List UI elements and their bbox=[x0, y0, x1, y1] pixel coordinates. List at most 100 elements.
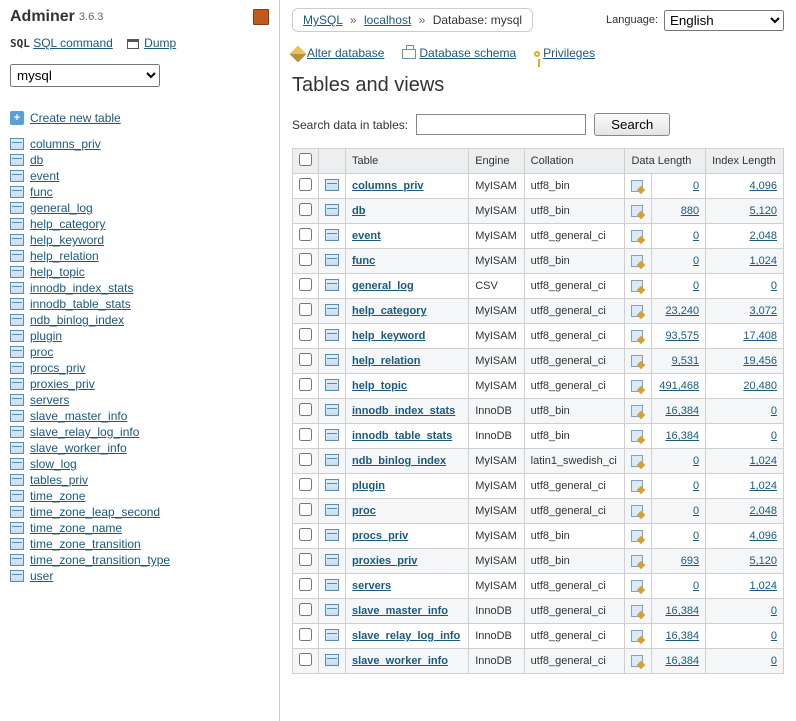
table-name-link[interactable]: ndb_binlog_index bbox=[352, 455, 446, 467]
data-length-link[interactable]: 880 bbox=[681, 205, 699, 217]
index-length-link[interactable]: 17,408 bbox=[743, 330, 777, 342]
data-length-link[interactable]: 693 bbox=[681, 555, 699, 567]
edit-icon[interactable] bbox=[631, 555, 643, 567]
privileges-link[interactable]: Privileges bbox=[543, 46, 595, 60]
table-name-link[interactable]: event bbox=[352, 230, 381, 242]
edit-icon[interactable] bbox=[631, 330, 643, 342]
data-length-link[interactable]: 0 bbox=[693, 455, 699, 467]
edit-icon[interactable] bbox=[631, 430, 643, 442]
col-table[interactable]: Table bbox=[346, 149, 469, 174]
row-checkbox[interactable] bbox=[299, 478, 312, 491]
index-length-link[interactable]: 1,024 bbox=[749, 255, 777, 267]
table-name-link[interactable]: slave_master_info bbox=[352, 605, 448, 617]
index-length-link[interactable]: 5,120 bbox=[749, 205, 777, 217]
table-name-link[interactable]: proxies_priv bbox=[352, 555, 417, 567]
sidebar-table-link[interactable]: proxies_priv bbox=[30, 377, 95, 391]
edit-icon[interactable] bbox=[631, 480, 643, 492]
edit-icon[interactable] bbox=[631, 455, 643, 467]
data-length-link[interactable]: 16,384 bbox=[665, 630, 699, 642]
table-name-link[interactable]: innodb_index_stats bbox=[352, 405, 455, 417]
table-name-link[interactable]: plugin bbox=[352, 480, 385, 492]
crumb-driver[interactable]: MySQL bbox=[303, 13, 343, 27]
index-length-link[interactable]: 0 bbox=[771, 655, 777, 667]
table-name-link[interactable]: help_keyword bbox=[352, 330, 425, 342]
data-length-link[interactable]: 23,240 bbox=[665, 305, 699, 317]
index-length-link[interactable]: 19,456 bbox=[743, 355, 777, 367]
sidebar-table-link[interactable]: slave_master_info bbox=[30, 409, 127, 423]
data-length-link[interactable]: 16,384 bbox=[665, 605, 699, 617]
table-name-link[interactable]: innodb_table_stats bbox=[352, 430, 452, 442]
index-length-link[interactable]: 5,120 bbox=[749, 555, 777, 567]
row-checkbox[interactable] bbox=[299, 278, 312, 291]
edit-icon[interactable] bbox=[631, 655, 643, 667]
sidebar-table-link[interactable]: help_topic bbox=[30, 265, 85, 279]
data-length-link[interactable]: 491,468 bbox=[659, 380, 699, 392]
edit-icon[interactable] bbox=[631, 205, 643, 217]
index-length-link[interactable]: 2,048 bbox=[749, 230, 777, 242]
sidebar-table-link[interactable]: help_keyword bbox=[30, 233, 104, 247]
search-button[interactable]: Search bbox=[594, 113, 670, 136]
sidebar-table-link[interactable]: time_zone_transition bbox=[30, 537, 141, 551]
select-all-checkbox[interactable] bbox=[299, 153, 312, 166]
edit-icon[interactable] bbox=[631, 230, 643, 242]
sidebar-table-link[interactable]: columns_priv bbox=[30, 137, 101, 151]
edit-icon[interactable] bbox=[631, 605, 643, 617]
database-select[interactable]: mysql bbox=[10, 64, 160, 87]
sidebar-table-link[interactable]: help_relation bbox=[30, 249, 99, 263]
index-length-link[interactable]: 20,480 bbox=[743, 380, 777, 392]
row-checkbox[interactable] bbox=[299, 303, 312, 316]
sidebar-table-link[interactable]: func bbox=[30, 185, 53, 199]
sidebar-table-link[interactable]: general_log bbox=[30, 201, 93, 215]
search-input[interactable] bbox=[416, 114, 586, 135]
data-length-link[interactable]: 9,531 bbox=[672, 355, 700, 367]
sidebar-table-link[interactable]: slow_log bbox=[30, 457, 77, 471]
logout-icon[interactable] bbox=[253, 9, 269, 25]
table-name-link[interactable]: slave_relay_log_info bbox=[352, 630, 460, 642]
row-checkbox[interactable] bbox=[299, 553, 312, 566]
sidebar-table-link[interactable]: proc bbox=[30, 345, 53, 359]
crumb-host[interactable]: localhost bbox=[364, 13, 411, 27]
row-checkbox[interactable] bbox=[299, 528, 312, 541]
language-select[interactable]: English bbox=[664, 10, 784, 31]
table-name-link[interactable]: help_category bbox=[352, 305, 427, 317]
data-length-link[interactable]: 16,384 bbox=[665, 430, 699, 442]
row-checkbox[interactable] bbox=[299, 453, 312, 466]
index-length-link[interactable]: 0 bbox=[771, 280, 777, 292]
sidebar-table-link[interactable]: time_zone_name bbox=[30, 521, 122, 535]
row-checkbox[interactable] bbox=[299, 178, 312, 191]
sidebar-table-link[interactable]: time_zone_transition_type bbox=[30, 553, 170, 567]
index-length-link[interactable]: 4,096 bbox=[749, 530, 777, 542]
col-engine[interactable]: Engine bbox=[469, 149, 524, 174]
dump-link[interactable]: Dump bbox=[144, 36, 176, 50]
col-index-length[interactable]: Index Length bbox=[706, 149, 784, 174]
sidebar-table-link[interactable]: time_zone bbox=[30, 489, 85, 503]
index-length-link[interactable]: 0 bbox=[771, 605, 777, 617]
sidebar-table-link[interactable]: time_zone_leap_second bbox=[30, 505, 160, 519]
table-name-link[interactable]: proc bbox=[352, 505, 376, 517]
edit-icon[interactable] bbox=[631, 180, 643, 192]
col-collation[interactable]: Collation bbox=[524, 149, 625, 174]
index-length-link[interactable]: 0 bbox=[771, 630, 777, 642]
sidebar-table-link[interactable]: ndb_binlog_index bbox=[30, 313, 124, 327]
data-length-link[interactable]: 0 bbox=[693, 255, 699, 267]
data-length-link[interactable]: 16,384 bbox=[665, 405, 699, 417]
sidebar-table-link[interactable]: procs_priv bbox=[30, 361, 85, 375]
sidebar-table-link[interactable]: plugin bbox=[30, 329, 62, 343]
table-name-link[interactable]: help_topic bbox=[352, 380, 407, 392]
data-length-link[interactable]: 0 bbox=[693, 180, 699, 192]
sidebar-table-link[interactable]: innodb_index_stats bbox=[30, 281, 133, 295]
edit-icon[interactable] bbox=[631, 530, 643, 542]
table-name-link[interactable]: slave_worker_info bbox=[352, 655, 448, 667]
index-length-link[interactable]: 2,048 bbox=[749, 505, 777, 517]
table-name-link[interactable]: servers bbox=[352, 580, 391, 592]
sidebar-table-link[interactable]: user bbox=[30, 569, 53, 583]
edit-icon[interactable] bbox=[631, 405, 643, 417]
row-checkbox[interactable] bbox=[299, 503, 312, 516]
table-name-link[interactable]: columns_priv bbox=[352, 180, 424, 192]
sidebar-table-link[interactable]: db bbox=[30, 153, 43, 167]
row-checkbox[interactable] bbox=[299, 353, 312, 366]
table-name-link[interactable]: help_relation bbox=[352, 355, 420, 367]
data-length-link[interactable]: 0 bbox=[693, 480, 699, 492]
edit-icon[interactable] bbox=[631, 305, 643, 317]
alter-database-link[interactable]: Alter database bbox=[307, 46, 384, 60]
